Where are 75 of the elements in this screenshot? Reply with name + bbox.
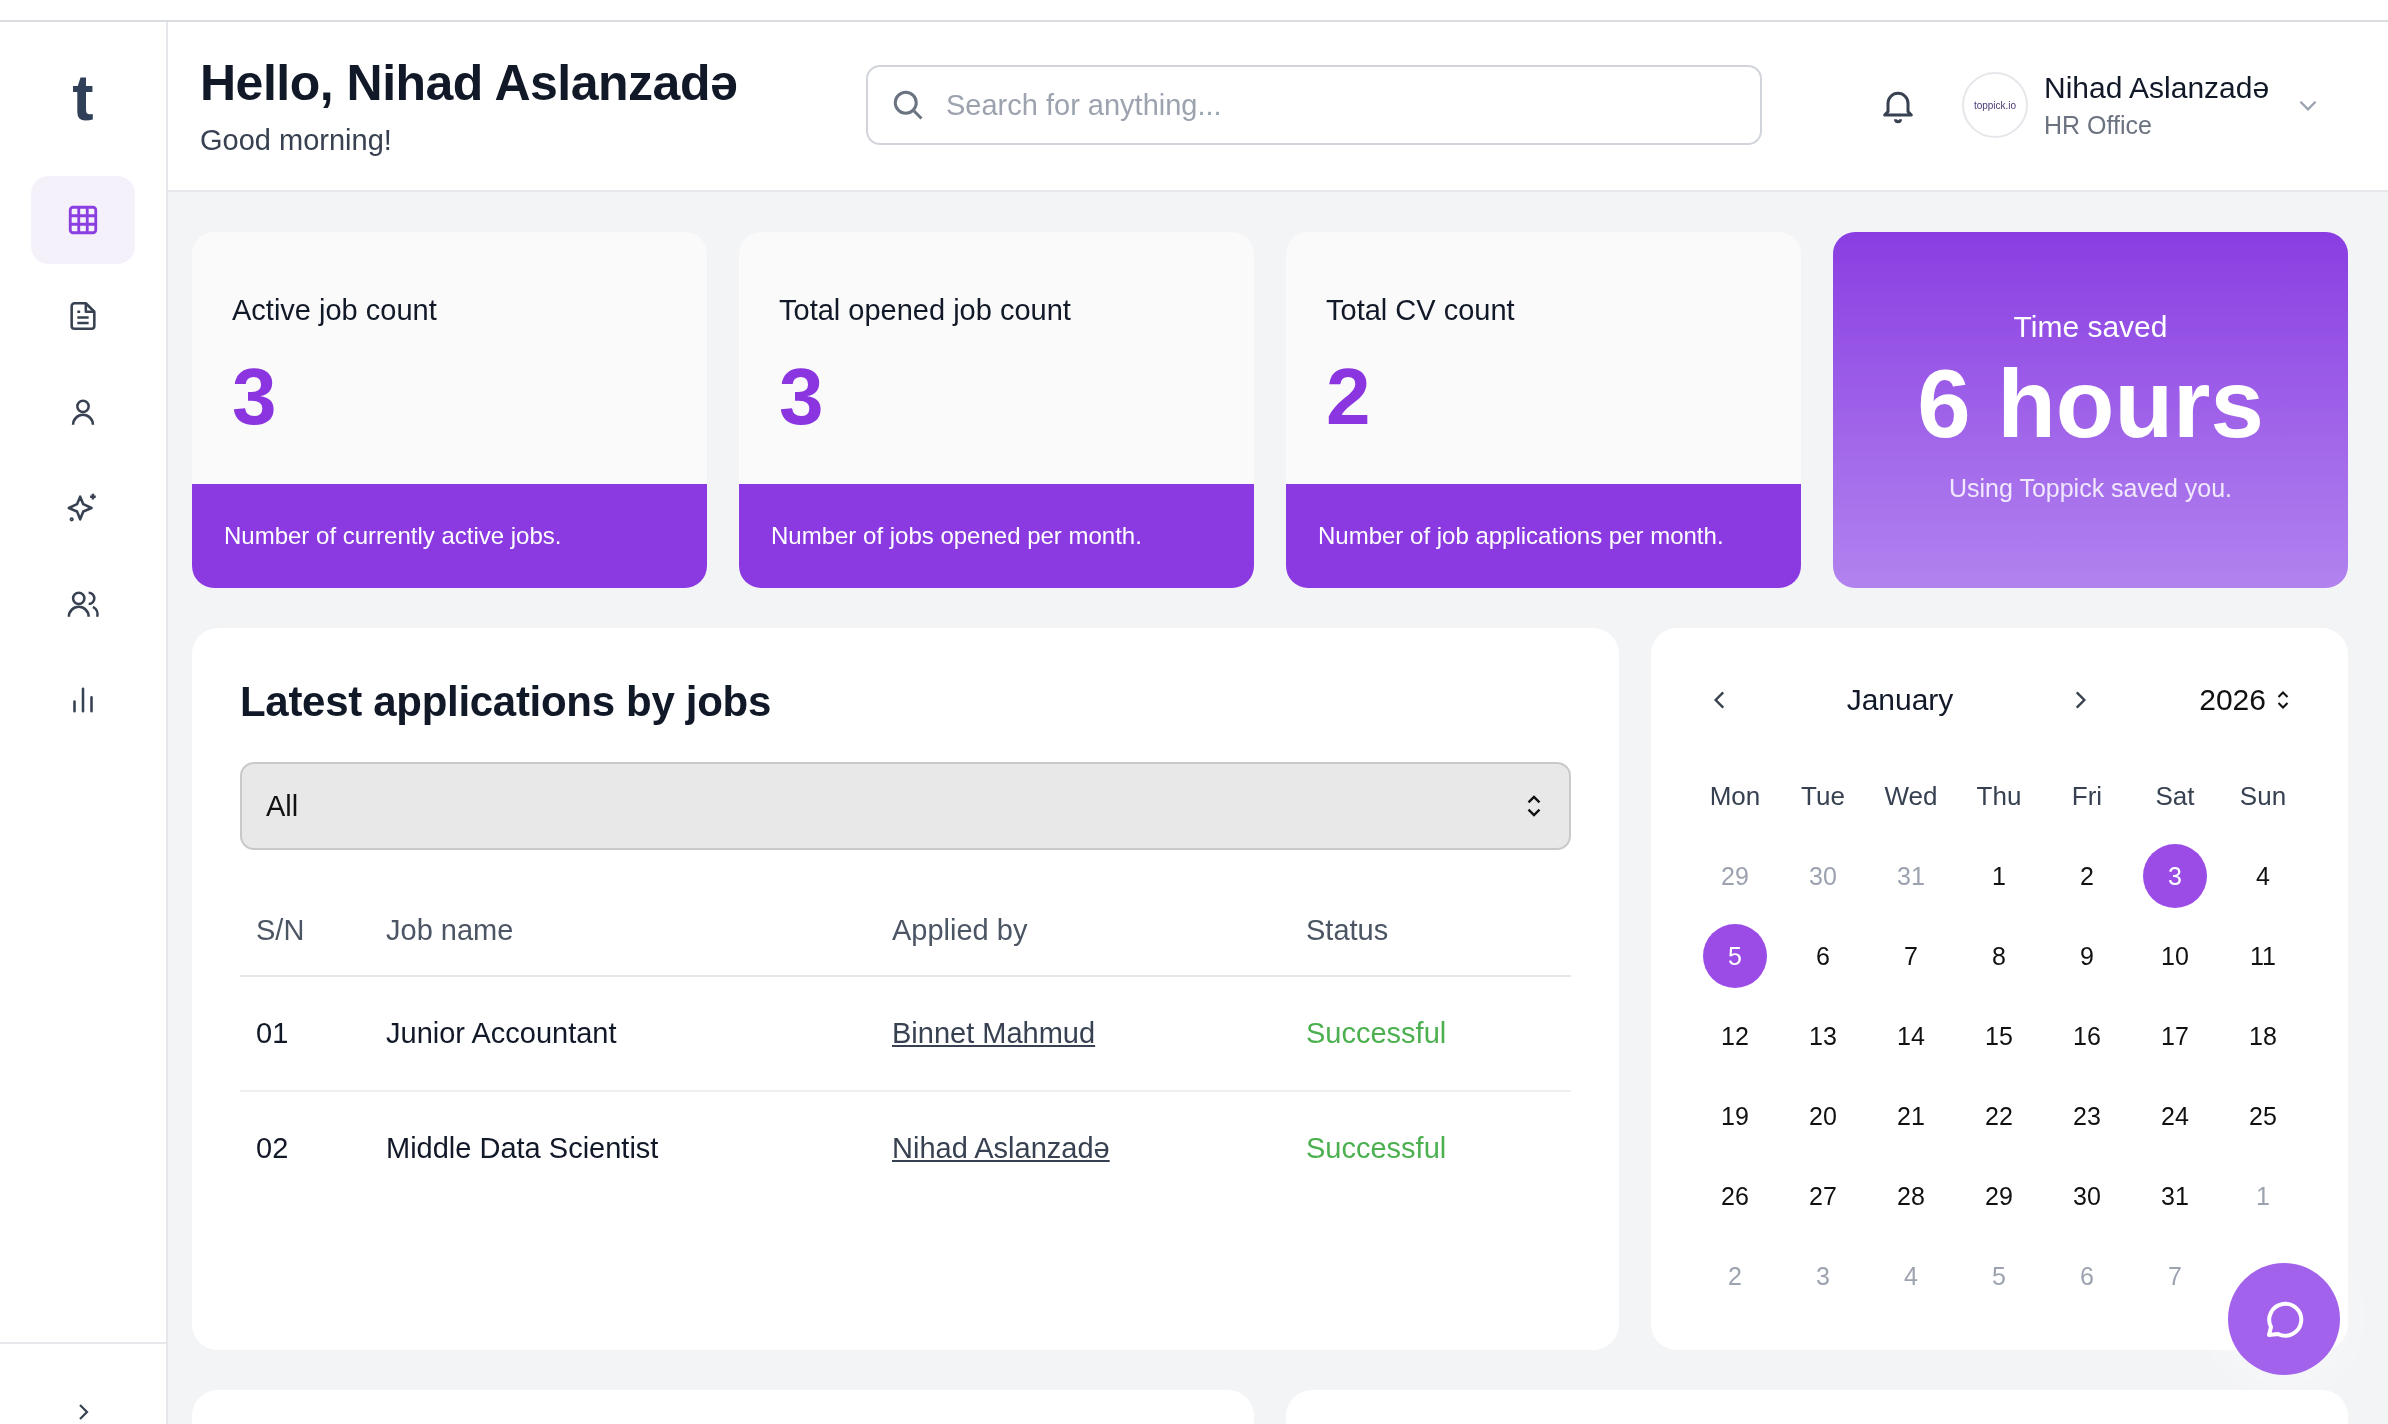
status-text: Successful <box>1306 1132 1447 1164</box>
calendar-day[interactable]: 7 <box>1879 924 1943 988</box>
column-header: Applied by <box>892 914 1028 946</box>
stat-label: Total opened job count <box>779 294 1072 327</box>
calendar-day[interactable]: 1 <box>1967 844 2031 908</box>
month-label: January <box>1845 683 1955 717</box>
calendar-day[interactable]: 20 <box>1791 1084 1855 1148</box>
weekday-label: Thu <box>1976 780 2022 812</box>
applicant-link[interactable]: Binnet Mahmud <box>892 1017 1096 1049</box>
user-name: Nihad Aslanzadə <box>2044 70 2270 105</box>
table-cell: Middle Data Scientist <box>386 1132 659 1164</box>
column-header: S/N <box>256 914 305 946</box>
greeting-title: Hello, Nihad Aslanzadə <box>200 53 739 112</box>
calendar-day[interactable]: 23 <box>2055 1084 2119 1148</box>
calendar-day[interactable]: 14 <box>1879 1004 1943 1068</box>
calendar-day[interactable]: 19 <box>1703 1084 1767 1148</box>
time-saved-label: Time saved <box>2013 310 2168 344</box>
table-cell: 01 <box>256 1017 289 1049</box>
calendar-day[interactable]: 13 <box>1791 1004 1855 1068</box>
calendar-day[interactable]: 6 <box>1791 924 1855 988</box>
stat-description: Number of currently active jobs. <box>224 521 562 551</box>
weekday-label: Fri <box>2071 780 2103 812</box>
calendar-day[interactable]: 11 <box>2231 924 2295 988</box>
avatar-logo-text: toppick.io <box>1973 99 2017 111</box>
status-text: Successful <box>1306 1017 1447 1049</box>
calendar-day[interactable]: 29 <box>1967 1164 2031 1228</box>
stat-value: 2 <box>1326 357 1372 437</box>
weekday-label: Mon <box>1709 780 1761 812</box>
stat-label: Total CV count <box>1326 294 1516 327</box>
calendar-day[interactable]: 2 <box>2055 844 2119 908</box>
column-header: Job name <box>386 914 514 946</box>
calendar-day[interactable]: 3 <box>2143 844 2207 908</box>
stat-label: Active job count <box>232 294 438 327</box>
table-cell: 02 <box>256 1132 289 1164</box>
calendar-day[interactable]: 4 <box>2231 844 2295 908</box>
calendar-day[interactable]: 26 <box>1703 1164 1767 1228</box>
user-role: HR Office <box>2044 110 2153 140</box>
time-saved-description: Using Toppick saved you. <box>1948 474 2232 503</box>
greeting-subtitle: Good morning! <box>200 123 393 157</box>
year-select[interactable]: 2026 <box>2199 683 2292 717</box>
weekday-label: Tue <box>1801 780 1845 812</box>
logo: t <box>72 66 94 130</box>
calendar-day[interactable]: 21 <box>1879 1084 1943 1148</box>
search-field[interactable]: Search for anything... <box>866 65 1762 145</box>
calendar-day[interactable]: 15 <box>1967 1004 2031 1068</box>
weekday-label: Sat <box>2155 780 2195 812</box>
calendar-day[interactable]: 17 <box>2143 1004 2207 1068</box>
calendar-day[interactable]: 22 <box>1967 1084 2031 1148</box>
calendar-day[interactable]: 24 <box>2143 1084 2207 1148</box>
calendar-day[interactable]: 9 <box>2055 924 2119 988</box>
job-filter-select[interactable]: All <box>240 762 1571 850</box>
stat-description: Number of job applications per month. <box>1318 521 1724 551</box>
calendar-day[interactable]: 28 <box>1879 1164 1943 1228</box>
applicant-link[interactable]: Nihad Aslanzadə <box>892 1132 1110 1164</box>
weekday-label: Wed <box>1884 780 1938 812</box>
calendar-day[interactable]: 18 <box>2231 1004 2295 1068</box>
calendar-day[interactable]: 16 <box>2055 1004 2119 1068</box>
calendar-day[interactable]: 30 <box>2055 1164 2119 1228</box>
weekday-label: Sun <box>2239 780 2287 812</box>
stat-value: 3 <box>779 357 825 437</box>
calendar-day[interactable]: 25 <box>2231 1084 2295 1148</box>
table-cell: Junior Accountant <box>386 1017 617 1049</box>
stat-value: 3 <box>232 357 278 437</box>
grid-icon <box>66 203 100 237</box>
time-saved-value: 6 hours <box>1917 356 2264 452</box>
column-header: Status <box>1306 914 1389 946</box>
calendar-day[interactable]: 5 <box>1703 924 1767 988</box>
calendar-day[interactable]: 27 <box>1791 1164 1855 1228</box>
calendar-day[interactable]: 31 <box>2143 1164 2207 1228</box>
calendar-day[interactable]: 8 <box>1967 924 2031 988</box>
calendar-day[interactable]: 10 <box>2143 924 2207 988</box>
stat-description: Number of jobs opened per month. <box>771 521 1142 551</box>
panel-title: Latest applications by jobs <box>240 678 772 726</box>
nav-item[interactable] <box>31 176 135 264</box>
calendar-day[interactable]: 12 <box>1703 1004 1767 1068</box>
